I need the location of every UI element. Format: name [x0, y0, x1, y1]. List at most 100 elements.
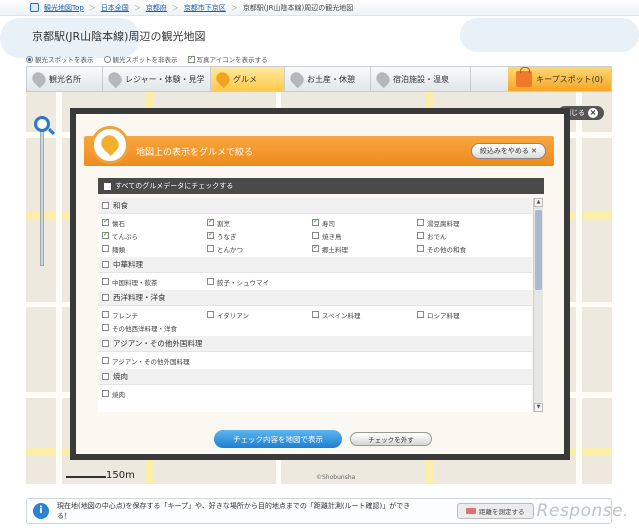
checkbox-icon[interactable] — [312, 311, 319, 318]
category-tabs: 観光名所 レジャー・体験・見学 グルメ お土産・休憩 宿泊施設・温泉 キープスポ… — [26, 66, 612, 92]
check-all-row[interactable]: すべてのグルメデータにチェックする — [98, 178, 544, 194]
checkbox-icon[interactable] — [102, 278, 109, 285]
checkbox-icon[interactable] — [102, 202, 109, 209]
genre-list[interactable]: 和食 懐石 割烹 寿司 湯豆腐料理 てんぷら うなぎ 焼き鳥 おでん 麺類 とん… — [98, 198, 532, 412]
genre-label: アジアン・その他外国料理 — [112, 357, 190, 366]
category-row[interactable]: 中華料理 — [98, 257, 532, 273]
genre-item[interactable]: フレンチ — [102, 308, 207, 321]
zoom-slider[interactable] — [40, 116, 44, 266]
category-row[interactable]: アジアン・その他外国料理 — [98, 336, 532, 352]
checkbox-icon[interactable] — [102, 217, 109, 226]
genre-item[interactable]: 餃子・シュウマイ — [207, 275, 312, 288]
breadcrumb-link-shimogyo[interactable]: 京都市下京区 — [184, 3, 226, 13]
breadcrumb-link-kyoto[interactable]: 京都府 — [146, 3, 167, 13]
genre-item[interactable]: ロシア料理 — [417, 308, 522, 321]
keep-spot-button[interactable]: キープスポット(0) — [508, 67, 611, 91]
genre-item[interactable]: てんぷら — [102, 229, 207, 242]
checkbox-icon[interactable] — [207, 217, 214, 226]
checkbox-icon[interactable] — [417, 232, 424, 239]
checkbox-icon[interactable] — [417, 219, 424, 226]
genre-item[interactable]: おでん — [417, 229, 522, 242]
measure-distance-label: 距離を測定する — [479, 508, 525, 516]
scroll-down-icon[interactable]: ▼ — [534, 403, 543, 412]
checkbox-icon[interactable] — [187, 54, 195, 63]
genre-item[interactable]: 郷土料理 — [312, 242, 417, 255]
checkbox-icon[interactable] — [104, 182, 111, 190]
scroll-up-icon[interactable]: ▲ — [534, 198, 543, 207]
genre-item[interactable]: その他の和食 — [417, 242, 522, 255]
genre-item[interactable]: 焼き鳥 — [312, 229, 417, 242]
breadcrumb: 観光地図Top ＞ 日本全国 ＞ 京都府 ＞ 京都市下京区 ＞ 京都駅(JR山陰… — [0, 0, 639, 16]
category-label: 焼肉 — [113, 372, 128, 381]
genre-item[interactable]: 中国料理・飲茶 — [102, 275, 207, 288]
genre-label: その他の和食 — [427, 245, 466, 254]
genre-item[interactable]: とんかつ — [207, 242, 312, 255]
radio-icon[interactable] — [26, 55, 33, 63]
checkbox-icon[interactable] — [102, 340, 109, 347]
checkbox-icon[interactable] — [102, 230, 109, 239]
clear-checks-button[interactable]: チェックを外す — [350, 432, 432, 446]
stop-filter-button[interactable]: 絞込みをやめる ✕ — [470, 143, 546, 159]
list-scrollbar[interactable]: ▲ ▼ — [533, 198, 543, 412]
checkbox-icon[interactable] — [207, 278, 214, 285]
checkbox-icon[interactable] — [312, 217, 319, 226]
checkbox-icon[interactable] — [207, 245, 214, 252]
map-pin-icon — [287, 69, 307, 89]
tab-leisure[interactable]: レジャー・体験・見学 — [103, 67, 211, 91]
genre-item[interactable]: 湯豆腐料理 — [417, 216, 522, 229]
tab-label: グルメ — [233, 74, 257, 84]
checkbox-icon[interactable] — [207, 311, 214, 318]
checkbox-icon[interactable] — [102, 294, 109, 301]
tab-gourmet[interactable]: グルメ — [211, 67, 285, 91]
magnifier-icon[interactable] — [34, 116, 50, 132]
genre-item[interactable]: 焼肉 — [102, 387, 207, 400]
genre-item[interactable]: その他西洋料理・洋食 — [102, 321, 312, 334]
photo-icon-option[interactable]: 写真アイコンを表示する — [187, 54, 268, 64]
tab-sightseeing[interactable]: 観光名所 — [27, 67, 103, 91]
genre-item[interactable]: イタリアン — [207, 308, 312, 321]
checkbox-icon[interactable] — [102, 390, 109, 397]
genre-item[interactable]: 寿司 — [312, 216, 417, 229]
checkbox-icon[interactable] — [417, 311, 424, 318]
tab-souvenir[interactable]: お土産・休憩 — [285, 67, 371, 91]
genre-label: その他西洋料理・洋食 — [112, 324, 177, 333]
breadcrumb-link-japan[interactable]: 日本全国 — [101, 3, 129, 13]
show-spots-option[interactable]: 観光スポットを表示 — [26, 54, 94, 64]
breadcrumb-separator: ＞ — [133, 3, 141, 12]
breadcrumb-link-top[interactable]: 観光地図Top — [44, 3, 84, 13]
tab-lodging[interactable]: 宿泊施設・温泉 — [371, 67, 471, 91]
genre-item[interactable]: スペイン料理 — [312, 308, 417, 321]
genre-item[interactable]: 割烹 — [207, 216, 312, 229]
category-row[interactable]: 和食 — [98, 198, 532, 214]
tab-label: 観光名所 — [49, 74, 81, 84]
checkbox-icon[interactable] — [102, 357, 109, 364]
checkbox-icon[interactable] — [417, 245, 424, 252]
genre-item[interactable]: 懐石 — [102, 216, 207, 229]
checkbox-icon[interactable] — [312, 232, 319, 239]
checkbox-icon[interactable] — [102, 261, 109, 268]
checkbox-icon[interactable] — [102, 245, 109, 252]
modal-header: 地図上の表示をグルメで絞る 絞込みをやめる ✕ — [84, 136, 554, 166]
genre-item[interactable]: アジアン・その他外国料理 — [102, 354, 312, 367]
genre-label: 中国料理・飲茶 — [112, 278, 158, 287]
checkbox-icon[interactable] — [102, 324, 109, 331]
zoom-control[interactable] — [34, 98, 50, 268]
genre-label: 懐石 — [112, 219, 125, 228]
genre-label: 焼肉 — [112, 390, 125, 399]
genre-item[interactable]: 麺類 — [102, 242, 207, 255]
checkbox-icon[interactable] — [312, 243, 319, 252]
checkbox-icon[interactable] — [102, 373, 109, 380]
measure-distance-button[interactable]: 距離を測定する — [457, 503, 534, 519]
checkbox-icon[interactable] — [207, 230, 214, 239]
category-row[interactable]: 焼肉 — [98, 369, 532, 385]
checkbox-icon[interactable] — [102, 311, 109, 318]
hide-spots-option[interactable]: 観光スポットを非表示 — [103, 54, 178, 64]
genre-item[interactable]: うなぎ — [207, 229, 312, 242]
genre-label: スペイン料理 — [322, 311, 361, 320]
scroll-thumb[interactable] — [535, 210, 542, 290]
category-row[interactable]: 西洋料理・洋食 — [98, 290, 532, 306]
modal-panel: 地図上の表示をグルメで絞る 絞込みをやめる ✕ すべてのグルメデータにチェックす… — [76, 114, 564, 454]
option-label: 観光スポットを非表示 — [112, 56, 178, 64]
apply-filter-button[interactable]: チェック内容を地図で表示 — [214, 430, 342, 448]
radio-icon[interactable] — [103, 55, 111, 63]
